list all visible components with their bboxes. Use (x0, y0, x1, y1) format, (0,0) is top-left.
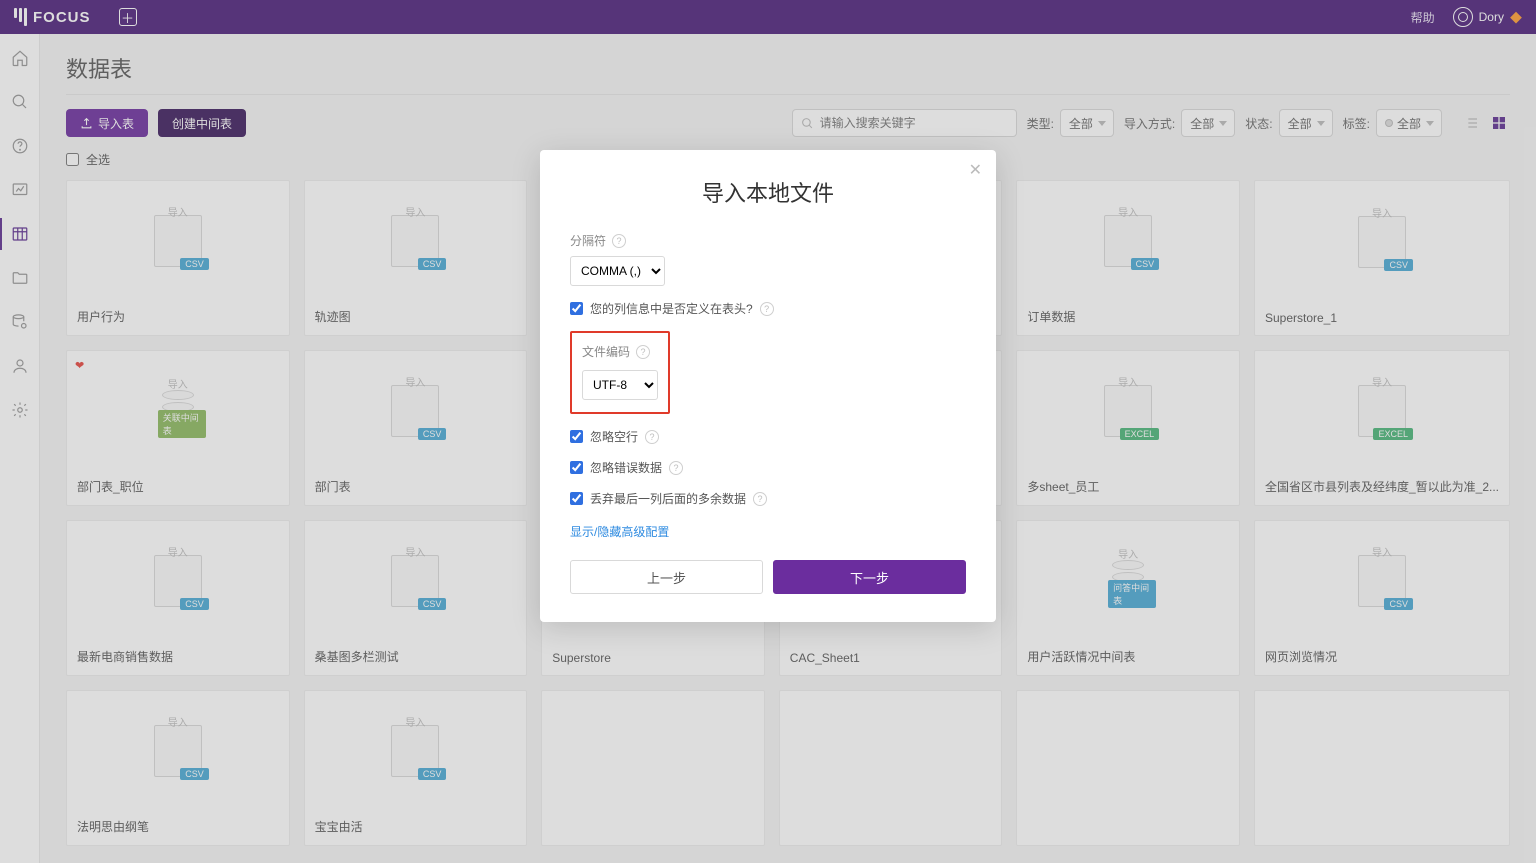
delimiter-label: 分隔符 ? (570, 232, 966, 249)
encoding-select[interactable]: UTF-8 (582, 370, 658, 400)
help-icon[interactable]: ? (760, 302, 774, 316)
header-row-checkbox[interactable]: 您的列信息中是否定义在表头? ? (570, 300, 966, 317)
close-icon[interactable]: ✕ (969, 160, 982, 180)
next-step-button[interactable]: 下一步 (773, 560, 966, 594)
help-icon[interactable]: ? (636, 345, 650, 359)
modal-title: 导入本地文件 (570, 176, 966, 208)
ignore-blank-checkbox[interactable]: 忽略空行 ? (570, 428, 966, 445)
help-icon[interactable]: ? (612, 234, 626, 248)
encoding-group-highlighted: 文件编码 ? UTF-8 (570, 331, 670, 414)
prev-step-button[interactable]: 上一步 (570, 560, 763, 594)
import-modal: ✕ 导入本地文件 分隔符 ? COMMA (,) 您的列信息中是否定义在表头? … (540, 150, 996, 622)
help-icon[interactable]: ? (669, 461, 683, 475)
drop-extra-checkbox[interactable]: 丢弃最后一列后面的多余数据 ? (570, 490, 966, 507)
delimiter-select[interactable]: COMMA (,) (570, 256, 665, 286)
help-icon[interactable]: ? (753, 492, 767, 506)
delimiter-row: 分隔符 ? COMMA (,) (570, 232, 966, 286)
ignore-error-checkbox[interactable]: 忽略错误数据 ? (570, 459, 966, 476)
encoding-label: 文件编码 ? (582, 343, 658, 360)
help-icon[interactable]: ? (645, 430, 659, 444)
modal-buttons: 上一步 下一步 (570, 560, 966, 594)
advanced-toggle-link[interactable]: 显示/隐藏高级配置 (570, 523, 669, 540)
modal-overlay[interactable]: ✕ 导入本地文件 分隔符 ? COMMA (,) 您的列信息中是否定义在表头? … (0, 0, 1536, 863)
